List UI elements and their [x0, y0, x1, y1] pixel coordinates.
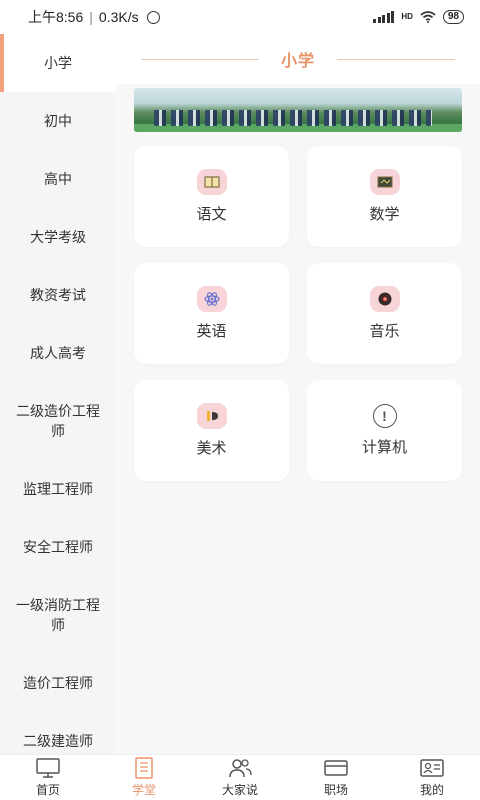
- sidebar-item-primary[interactable]: 小学: [0, 34, 116, 92]
- tab-home[interactable]: 首页: [0, 755, 96, 800]
- wifi-icon: [420, 11, 436, 23]
- subject-card-computer[interactable]: ! 计算机: [307, 380, 462, 481]
- banner-image[interactable]: [134, 88, 462, 132]
- sidebar-item-supervision-engineer[interactable]: 监理工程师: [0, 460, 116, 518]
- sidebar-item-adult-exam[interactable]: 成人高考: [0, 324, 116, 382]
- tab-label: 我的: [419, 783, 444, 797]
- monitor-icon: [36, 758, 60, 778]
- sidebar-item-cost-engineer-2[interactable]: 二级造价工程师: [0, 382, 116, 460]
- card-icon: [324, 760, 348, 776]
- blackboard-icon: [369, 169, 400, 195]
- subject-card-chinese[interactable]: 语文: [134, 146, 289, 247]
- banner-students: [154, 110, 432, 126]
- alarm-icon: [146, 10, 160, 24]
- sidebar-item-constructor-2[interactable]: 二级建造师: [0, 712, 116, 754]
- tab-community[interactable]: 大家说: [192, 755, 288, 800]
- record-icon: [369, 286, 400, 312]
- tab-label: 首页: [35, 783, 60, 797]
- sidebar-item-safety-engineer[interactable]: 安全工程师: [0, 518, 116, 576]
- atom-icon: [196, 286, 227, 312]
- category-sidebar: 小学 初中 高中 大学考级 教资考试 成人高考 二级造价工程师 监理工程师 安全…: [0, 34, 116, 754]
- status-separator: |: [89, 9, 93, 25]
- subject-label: 美术: [196, 440, 227, 457]
- subject-label: 音乐: [369, 323, 400, 340]
- subject-label: 计算机: [361, 439, 407, 456]
- hd-badge: HD: [401, 12, 413, 21]
- paint-icon: [196, 403, 227, 429]
- status-bar: 上午8:56 | 0.3K/s HD 98: [0, 0, 480, 34]
- notebook-icon: [135, 757, 153, 779]
- subject-card-music[interactable]: 音乐: [307, 263, 462, 364]
- subject-grid: 语文 数学 英语 音乐 美术 ! 计算机: [134, 146, 462, 481]
- tab-mine[interactable]: 我的: [384, 755, 480, 800]
- book-icon: [196, 169, 227, 195]
- status-time: 上午8:56: [28, 9, 84, 25]
- tab-label: 职场: [323, 783, 348, 797]
- signal-icon: [373, 11, 395, 23]
- tab-workplace[interactable]: 职场: [288, 755, 384, 800]
- category-header: 小学: [116, 34, 480, 84]
- tab-study[interactable]: 学堂: [96, 755, 192, 800]
- bottom-tab-bar: 首页 学堂 大家说 职场 我的: [0, 754, 480, 800]
- tab-label: 大家说: [221, 783, 258, 797]
- subject-label: 语文: [196, 206, 227, 223]
- network-speed: 0.3K/s: [98, 9, 139, 25]
- sidebar-item-fire-engineer-1[interactable]: 一级消防工程师: [0, 576, 116, 654]
- battery-icon: 98: [442, 10, 464, 24]
- divider: [140, 58, 259, 60]
- main-content: 小学 语文 数学 英语 音乐 美术 ! 计算机: [116, 34, 480, 754]
- sidebar-item-college-exam[interactable]: 大学考级: [0, 208, 116, 266]
- subject-card-math[interactable]: 数学: [307, 146, 462, 247]
- exclamation-icon: !: [372, 404, 397, 428]
- divider: [337, 58, 455, 60]
- subject-card-english[interactable]: 英语: [134, 263, 289, 364]
- subject-card-art[interactable]: 美术: [134, 380, 289, 481]
- subject-label: 英语: [196, 323, 227, 340]
- sidebar-item-senior[interactable]: 高中: [0, 150, 116, 208]
- category-title: 小学: [280, 53, 315, 70]
- id-card-icon: [420, 759, 444, 777]
- tab-label: 学堂: [131, 783, 156, 797]
- sidebar-item-junior[interactable]: 初中: [0, 92, 116, 150]
- sidebar-item-cost-engineer[interactable]: 造价工程师: [0, 654, 116, 712]
- sidebar-item-teacher-exam[interactable]: 教资考试: [0, 266, 116, 324]
- people-icon: [229, 759, 252, 778]
- subject-label: 数学: [369, 206, 400, 223]
